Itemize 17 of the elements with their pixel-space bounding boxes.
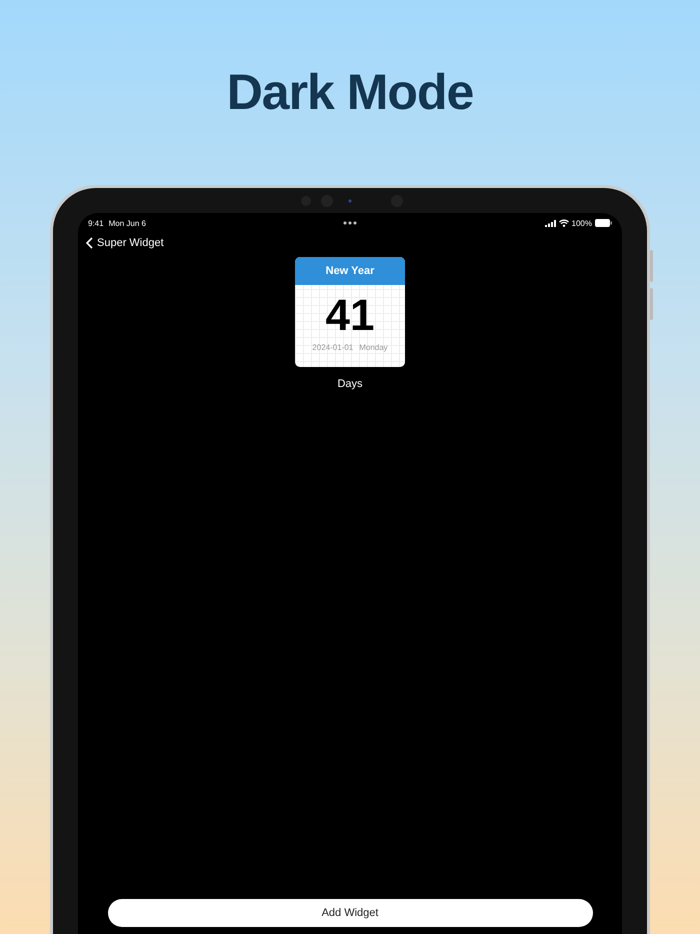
widget-caption: Days xyxy=(337,378,363,390)
status-date: Mon Jun 6 xyxy=(108,218,146,228)
battery-percent: 100% xyxy=(572,218,592,228)
back-button[interactable]: Super Widget xyxy=(86,237,164,249)
headline: Dark Mode xyxy=(226,62,474,120)
widget-weekday: Monday xyxy=(359,343,388,352)
battery-icon xyxy=(595,219,612,227)
wifi-icon xyxy=(558,219,569,227)
signal-icon xyxy=(544,220,556,226)
widget-date: 2024-01-01 xyxy=(312,343,354,352)
chevron-icon xyxy=(86,237,93,249)
widget-header: New Year xyxy=(295,257,405,285)
more-icon[interactable] xyxy=(343,221,357,225)
widget-card[interactable]: New Year 41 2024-01-01 Monday xyxy=(295,257,405,367)
status-time: 9:41 xyxy=(88,218,104,228)
day-count: 41 xyxy=(326,293,374,339)
add-widget-button[interactable]: Add Widget xyxy=(108,899,592,927)
